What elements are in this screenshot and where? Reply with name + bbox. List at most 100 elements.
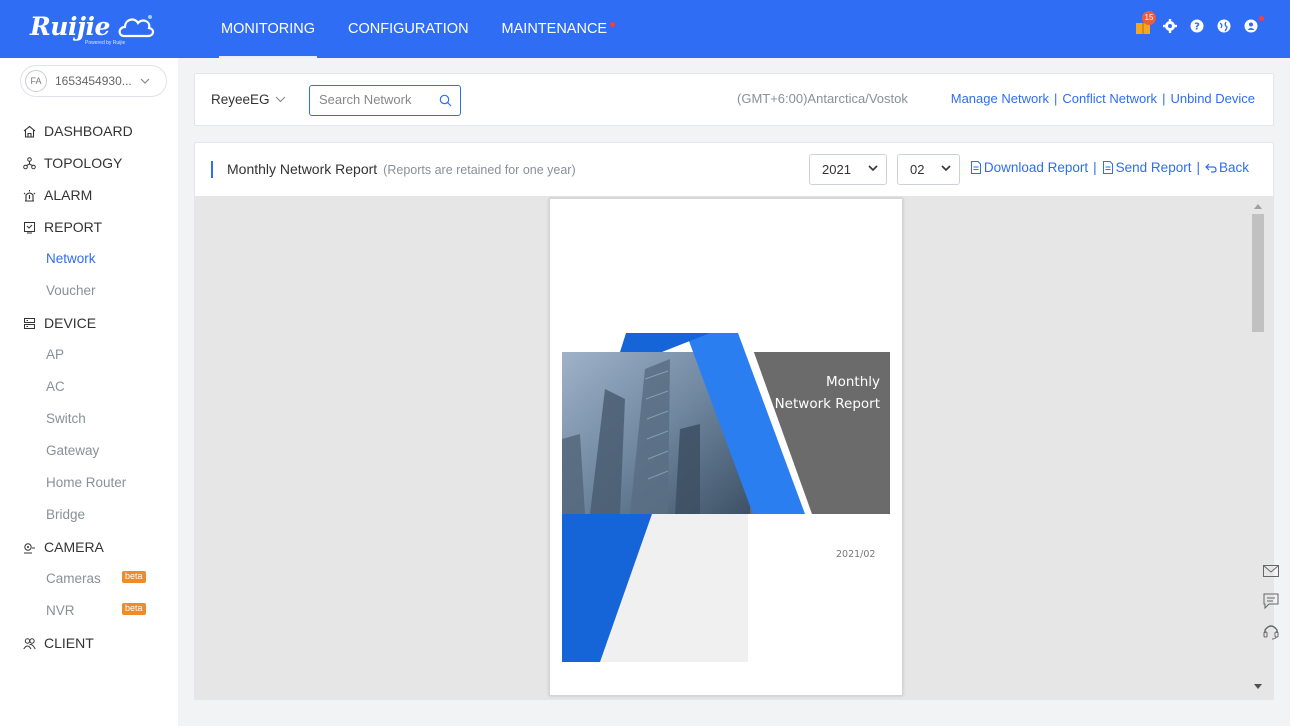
feedback-icon[interactable] (1256, 586, 1286, 616)
cover-date: 2021/02 (836, 549, 876, 560)
chevron-down-icon (868, 165, 878, 172)
settings-icon[interactable] (1161, 17, 1179, 35)
sidebar-item-cameras[interactable]: Cameras beta (0, 563, 178, 595)
cover-title: Monthly Network Report (775, 371, 880, 415)
support-headset-icon[interactable] (1256, 616, 1286, 646)
sidebar-item-network[interactable]: Network (0, 243, 178, 275)
sidebar-item-label: CLIENT (44, 635, 94, 651)
sidebar-item-nvr[interactable]: NVR beta (0, 595, 178, 627)
timezone-text: (GMT+6:00)Antarctica/Vostok (737, 91, 908, 106)
sidebar-item-label: Cameras (46, 571, 101, 586)
manage-network-link[interactable]: Manage Network (951, 91, 1049, 106)
sidebar-item-client[interactable]: CLIENT (0, 627, 178, 659)
sidebar-item-report[interactable]: REPORT (0, 211, 178, 243)
send-report-link[interactable]: Send Report (1102, 160, 1191, 175)
separator: | (1093, 160, 1097, 175)
sidebar-item-topology[interactable]: TOPOLOGY (0, 147, 178, 179)
sidebar: FA 1653454930... DASHBOARD TOPOLOGY ALAR… (0, 58, 178, 726)
svg-text:?: ? (1194, 22, 1200, 33)
beta-badge: beta (122, 571, 146, 583)
search-network-box (309, 85, 461, 116)
user-alert-dot (1259, 16, 1264, 21)
conflict-network-link[interactable]: Conflict Network (1062, 91, 1157, 106)
search-input[interactable] (319, 92, 434, 107)
sidebar-menu: DASHBOARD TOPOLOGY ALARM REPORT Network … (0, 115, 178, 659)
network-selector[interactable]: ReyeeEG (211, 92, 286, 107)
gift-icon[interactable]: 15 (1134, 11, 1156, 35)
report-panel: Monthly Network Report (Reports are retai… (194, 142, 1274, 700)
month-value: 02 (910, 162, 925, 177)
report-retention-note: (Reports are retained for one year) (383, 163, 576, 177)
topology-icon (22, 156, 36, 170)
sidebar-item-label: REPORT (44, 219, 103, 235)
network-actions: Manage Network | Conflict Network | Unbi… (951, 91, 1255, 106)
title-accent-bar (211, 161, 213, 178)
download-report-link[interactable]: Download Report (970, 160, 1088, 175)
sidebar-item-voucher[interactable]: Voucher (0, 275, 178, 307)
logo-subtext: Powered by Ruijie (85, 40, 126, 46)
cover-title-line2: Network Report (774, 396, 880, 412)
top-bar: Ruijie Powered by Ruijie MONITORING CONF… (0, 0, 1290, 58)
sidebar-item-dashboard[interactable]: DASHBOARD (0, 115, 178, 147)
top-icons: 15 ? (1125, 11, 1264, 35)
search-icon[interactable] (439, 94, 452, 107)
sidebar-item-label: ALARM (44, 187, 93, 203)
nav-monitoring[interactable]: MONITORING (219, 0, 317, 58)
unbind-device-link[interactable]: Unbind Device (1170, 91, 1255, 106)
nav-maintenance[interactable]: MAINTENANCE (502, 0, 616, 58)
main-nav: MONITORING CONFIGURATION MAINTENANCE (219, 0, 640, 58)
separator: | (1162, 91, 1166, 106)
month-select[interactable]: 02 (897, 154, 960, 185)
nav-configuration[interactable]: CONFIGURATION (348, 0, 469, 58)
sidebar-item-ac[interactable]: AC (0, 371, 178, 403)
alarm-icon (22, 188, 36, 202)
report-header: Monthly Network Report (Reports are retai… (195, 143, 1273, 196)
help-icon[interactable]: ? (1188, 17, 1206, 35)
globe-icon[interactable] (1215, 17, 1233, 35)
report-title-text: Monthly Network Report (227, 161, 378, 177)
separator: | (1196, 160, 1200, 175)
back-label: Back (1218, 160, 1249, 175)
logo-text: Ruijie (30, 12, 110, 41)
mail-icon[interactable] (1256, 556, 1286, 586)
sidebar-item-label: DEVICE (44, 315, 97, 331)
network-name: ReyeeEG (211, 92, 270, 107)
camera-icon (22, 540, 36, 554)
chevron-down-icon (941, 165, 951, 172)
sidebar-item-switch[interactable]: Switch (0, 403, 178, 435)
account-selector[interactable]: FA 1653454930... (20, 65, 167, 97)
scroll-down-icon[interactable] (1254, 684, 1262, 689)
separator: | (1054, 91, 1058, 106)
user-icon[interactable] (1242, 16, 1264, 35)
sidebar-item-home-router[interactable]: Home Router (0, 467, 178, 499)
report-title: Monthly Network Report (Reports are retai… (227, 161, 576, 177)
floating-tools (1256, 556, 1286, 646)
account-id: 1653454930... (55, 74, 132, 88)
year-select[interactable]: 2021 (809, 154, 887, 185)
back-link[interactable]: Back (1205, 160, 1249, 175)
scroll-up-icon[interactable] (1254, 204, 1262, 209)
scroll-thumb[interactable] (1252, 214, 1264, 332)
chevron-down-icon (140, 78, 150, 84)
network-header: ReyeeEG (GMT+6:00)Antarctica/Vostok Mana… (194, 73, 1274, 126)
back-arrow-icon (1205, 163, 1217, 173)
report-cover-page: Monthly Network Report 2021/02 (549, 198, 903, 696)
report-icon (22, 220, 36, 234)
chevron-down-icon (275, 96, 285, 103)
download-report-label: Download Report (983, 160, 1089, 175)
sidebar-item-camera[interactable]: CAMERA (0, 531, 178, 563)
sidebar-item-label: TOPOLOGY (44, 155, 123, 171)
report-viewer[interactable]: Monthly Network Report 2021/02 (195, 196, 1273, 699)
pdf-icon (1102, 161, 1113, 174)
sidebar-item-alarm[interactable]: ALARM (0, 179, 178, 211)
beta-badge: beta (122, 603, 146, 615)
sidebar-item-label: CAMERA (44, 539, 104, 555)
ruijie-logo[interactable]: Ruijie Powered by Ruijie (30, 12, 170, 46)
sidebar-item-gateway[interactable]: Gateway (0, 435, 178, 467)
sidebar-item-ap[interactable]: AP (0, 339, 178, 371)
sidebar-item-label: NVR (46, 603, 75, 618)
nav-monitoring-label: MONITORING (221, 21, 315, 37)
sidebar-item-label: DASHBOARD (44, 123, 133, 139)
sidebar-item-device[interactable]: DEVICE (0, 307, 178, 339)
sidebar-item-bridge[interactable]: Bridge (0, 499, 178, 531)
